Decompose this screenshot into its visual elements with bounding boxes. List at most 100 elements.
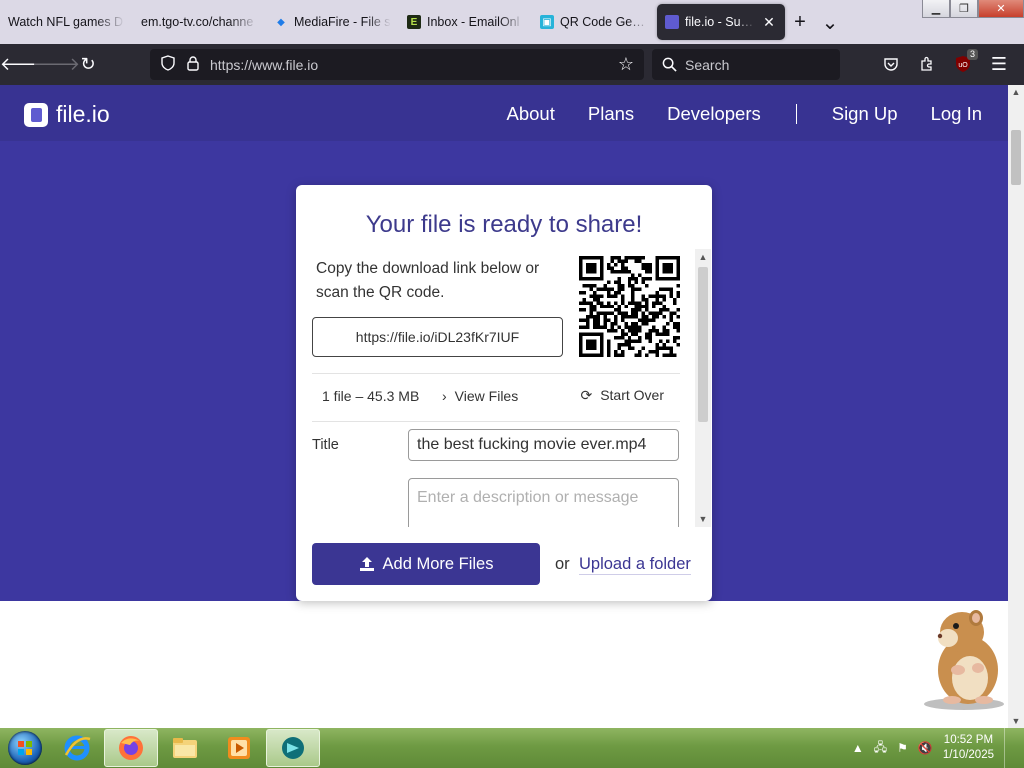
tab-tgo-tv[interactable]: em.tgo-tv.co/channe (133, 4, 266, 40)
windows-orb-icon (8, 731, 42, 765)
lock-icon[interactable] (186, 55, 200, 74)
firefox-icon[interactable] (104, 729, 158, 767)
nav-developers[interactable]: Developers (667, 103, 761, 125)
forward-button[interactable]: 🡒 (32, 49, 80, 81)
mediafire-icon: ◆ (277, 16, 285, 28)
clock-date: 1/10/2025 (942, 749, 994, 761)
windows-taskbar: ▲ 🖧 ⚑ 🔇 10:52 PM 1/10/2025 (0, 728, 1024, 768)
emailondeck-icon: E (407, 15, 421, 29)
logo-text: file.io (56, 101, 110, 127)
menu-hamburger-icon[interactable]: ☰ (984, 49, 1014, 79)
system-tray: ▲ 🖧 ⚑ 🔇 10:52 PM 1/10/2025 (852, 728, 1024, 768)
extensions-icon[interactable] (912, 49, 942, 79)
add-more-files-button[interactable]: Add More Files (312, 543, 540, 585)
scroll-down-icon[interactable]: ▼ (1008, 716, 1024, 726)
download-link-field[interactable]: https://file.io/iDL23fKr7IUF (312, 317, 563, 357)
file-stats-row: 1 file – 45.3 MB › View Files ⟳ Start Over (312, 387, 680, 404)
search-placeholder: Search (685, 56, 730, 73)
close-window-button[interactable]: ✕ (978, 0, 1024, 18)
scrollbar-thumb[interactable] (1011, 130, 1021, 185)
toolbar-buttons: uO 3 ☰ (876, 49, 1014, 79)
tab-inbox[interactable]: E Inbox - EmailOnl (399, 4, 532, 40)
tab-label: file.io - Super (685, 15, 755, 29)
scroll-up-icon[interactable]: ▲ (1008, 87, 1024, 97)
media-player-icon[interactable] (212, 729, 266, 767)
fileio-icon (665, 15, 679, 29)
page-scrollbar[interactable]: ▲ ▼ (1008, 85, 1024, 728)
nav-about[interactable]: About (507, 103, 555, 125)
shield-icon[interactable] (160, 55, 176, 74)
new-tab-button[interactable]: + (785, 7, 815, 37)
qr-icon: ▣ (540, 15, 554, 29)
hamster-desktop-pet[interactable] (918, 600, 1010, 712)
tab-qr-generator[interactable]: ▣ QR Code Genera (532, 4, 657, 40)
upload-folder-link[interactable]: Upload a folder (579, 555, 691, 575)
search-icon (662, 57, 677, 72)
add-more-files-label: Add More Files (382, 554, 494, 573)
upload-icon (359, 557, 374, 571)
list-tabs-button[interactable]: ⌄ (815, 7, 845, 37)
nav-sign-up[interactable]: Sign Up (832, 103, 898, 125)
card-scrollbar[interactable]: ▲ ▼ (695, 249, 711, 527)
search-input[interactable]: Search (652, 49, 840, 80)
tab-label: Watch NFL games D (8, 15, 124, 29)
scroll-down-icon[interactable]: ▼ (698, 513, 708, 525)
ublock-icon[interactable]: uO 3 (948, 49, 978, 79)
tab-label: Inbox - EmailOnl (427, 15, 520, 29)
title-label: Title (312, 437, 339, 453)
volume-muted-icon[interactable]: 🔇 (918, 741, 933, 755)
site-header: file.io About Plans Developers Sign Up L… (0, 85, 1008, 141)
divider (312, 421, 680, 422)
ublock-badge: 3 (966, 49, 978, 60)
divider (312, 373, 680, 374)
share-instructions: Copy the download link below or scan the… (316, 260, 540, 301)
view-files-link[interactable]: › View Files (442, 388, 552, 404)
card-heading: Your file is ready to share! (365, 211, 643, 238)
clock[interactable]: 10:52 PM 1/10/2025 (943, 733, 994, 763)
maximize-button[interactable]: ❐ (950, 0, 978, 18)
fileio-logo-icon (24, 102, 48, 127)
app-icon[interactable] (266, 729, 320, 767)
svg-text:uO: uO (958, 62, 968, 69)
tab-label: QR Code Genera (560, 15, 649, 29)
bookmark-star-icon[interactable]: ☆ (618, 54, 634, 75)
pocket-icon[interactable] (876, 49, 906, 79)
web-page: file.io About Plans Developers Sign Up L… (0, 85, 1008, 728)
action-center-flag-icon[interactable]: ⚑ (897, 741, 908, 755)
reload-button[interactable]: ↻ (72, 49, 104, 81)
scroll-up-icon[interactable]: ▲ (698, 251, 708, 263)
chevron-right-icon: › (442, 387, 447, 404)
show-hidden-icons-icon[interactable]: ▲ (852, 741, 864, 755)
share-card: Your file is ready to share! Copy the do… (296, 185, 712, 601)
tab-nfl[interactable]: Watch NFL games D (0, 4, 133, 40)
refresh-icon: ⟳ (580, 387, 593, 403)
tab-mediafire[interactable]: ◆ MediaFire - File s (266, 4, 399, 40)
minimize-button[interactable]: ▁ (922, 0, 950, 18)
nav-plans[interactable]: Plans (588, 103, 634, 125)
start-over-label: Start Over (600, 387, 664, 403)
view-files-label: View Files (454, 387, 519, 404)
site-menu: About Plans Developers Sign Up Log In (507, 103, 982, 125)
show-desktop-button[interactable] (1004, 728, 1018, 768)
ie-icon[interactable] (50, 729, 104, 767)
tab-label: MediaFire - File s (294, 15, 391, 29)
start-button[interactable] (0, 728, 50, 768)
start-over-link[interactable]: ⟳ Start Over (552, 387, 680, 404)
navigation-toolbar: 🡐 🡒 ↻ https://www.file.io ☆ Search uO 3 … (0, 44, 1024, 85)
card-scroll-area[interactable]: Copy the download link below or scan the… (296, 249, 694, 527)
title-input[interactable]: the best fucking movie ever.mp4 (408, 429, 679, 461)
tab-fileio[interactable]: file.io - Super ✕ (657, 4, 785, 40)
network-icon[interactable]: 🖧 (874, 738, 887, 759)
window-controls: ▁ ❐ ✕ (922, 0, 1024, 18)
qr-code (579, 256, 680, 357)
or-text: or (555, 555, 570, 573)
close-tab-icon[interactable]: ✕ (761, 14, 777, 31)
explorer-icon[interactable] (158, 729, 212, 767)
scrollbar-thumb[interactable] (698, 267, 708, 422)
tab-strip: Watch NFL games D em.tgo-tv.co/channe ◆ … (0, 0, 1024, 44)
description-textarea[interactable]: Enter a description or message (408, 478, 679, 527)
nav-log-in[interactable]: Log In (931, 103, 982, 125)
site-logo[interactable]: file.io (24, 101, 110, 128)
address-bar[interactable]: https://www.file.io ☆ (150, 49, 644, 80)
clock-time: 10:52 PM (943, 734, 994, 746)
